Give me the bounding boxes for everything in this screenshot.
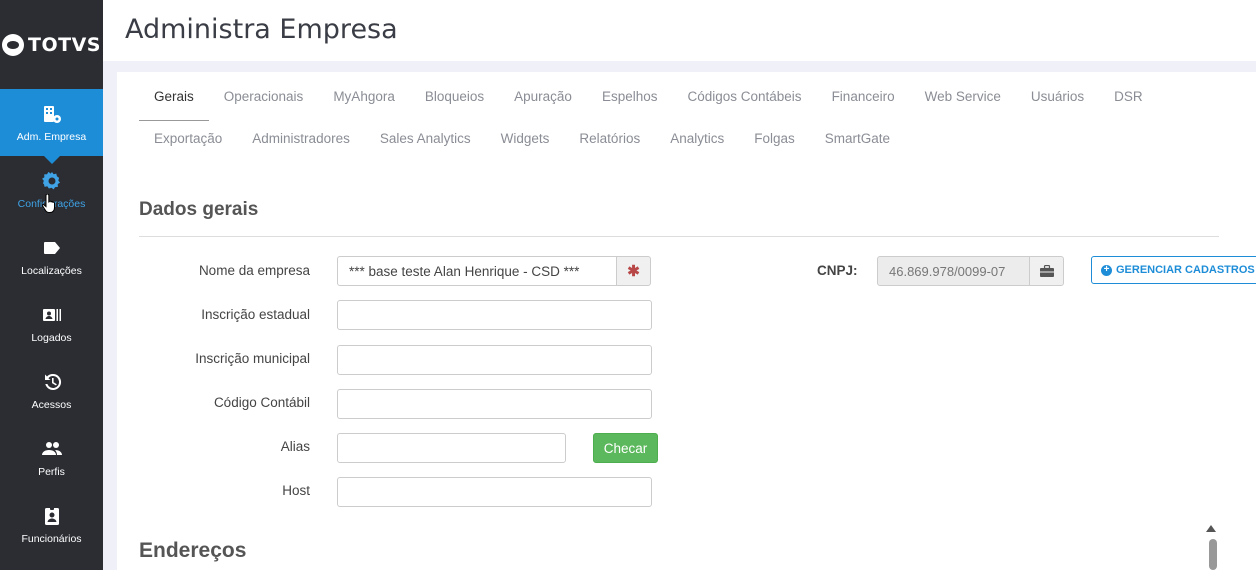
cnpj-input[interactable] (877, 256, 1030, 286)
company-name-input[interactable] (337, 256, 617, 286)
required-addon: ✱ (616, 256, 651, 286)
building-gear-icon (41, 103, 63, 125)
cnpj-label: CNPJ: (817, 263, 858, 278)
tab-espelhos[interactable]: Espelhos (587, 85, 673, 121)
section-title-general: Dados gerais (139, 199, 259, 220)
sidebar-item-label: Logados (31, 331, 72, 344)
company-name-label: Nome da empresa (198, 263, 310, 278)
sidebar-item-funcionarios[interactable]: Funcionários (0, 491, 103, 558)
totvs-logo: TOTVS (0, 0, 103, 89)
check-alias-button[interactable]: Checar (593, 433, 658, 463)
sidebar-item-adm-empresa[interactable]: Adm. Empresa (0, 89, 103, 164)
municipal-registration-input[interactable] (337, 345, 652, 375)
state-registration-input[interactable] (337, 300, 652, 330)
logo-text: TOTVS (28, 33, 101, 56)
tab-exportacao[interactable]: Exportação (139, 127, 237, 162)
history-icon (41, 371, 63, 393)
alias-label: Alias (280, 439, 310, 454)
sidebar: TOTVS Adm. Empresa Configurações Localiz… (0, 0, 103, 570)
asterisk-icon: ✱ (627, 263, 640, 280)
section-title-addresses: Endereços (139, 539, 247, 562)
host-input[interactable] (337, 477, 652, 507)
sidebar-item-label: Adm. Empresa (16, 130, 87, 143)
people-icon (41, 438, 63, 460)
tab-usuarios[interactable]: Usuários (1016, 85, 1099, 121)
tab-folgas[interactable]: Folgas (739, 127, 810, 162)
tabs-row-1: Gerais Operacionais MyAhgora Bloqueios A… (139, 85, 1158, 121)
accounting-code-label: Código Contábil (213, 395, 310, 410)
sidebar-item-perfis[interactable]: Perfis (0, 424, 103, 491)
tab-dsr[interactable]: DSR (1099, 85, 1158, 121)
state-registration-label: Inscrição estadual (201, 307, 310, 322)
tab-apuracao[interactable]: Apuração (499, 85, 587, 121)
totvs-logo-mark-icon (2, 33, 25, 56)
tab-analytics[interactable]: Analytics (655, 127, 739, 162)
tab-codigos-contabeis[interactable]: Códigos Contábeis (672, 85, 816, 121)
tag-icon (41, 237, 63, 259)
tabs-row-2: Exportação Administradores Sales Analyti… (139, 127, 905, 162)
briefcase-icon (1039, 265, 1054, 277)
manage-registrations-label: GERENCIAR CADASTROS (1116, 264, 1255, 276)
scroll-up-arrow-icon[interactable] (1206, 525, 1216, 532)
gear-icon (41, 170, 63, 192)
tab-bloqueios[interactable]: Bloqueios (410, 85, 499, 121)
tab-administradores[interactable]: Administradores (237, 127, 365, 162)
tab-web-service[interactable]: Web Service (910, 85, 1016, 121)
tab-myahgora[interactable]: MyAhgora (318, 85, 410, 121)
scrollbar-thumb[interactable] (1209, 539, 1217, 570)
tab-smartgate[interactable]: SmartGate (810, 127, 905, 162)
badge-icon (41, 304, 63, 326)
divider (139, 236, 1219, 237)
accounting-code-input[interactable] (337, 389, 652, 419)
sidebar-item-label: Acessos (31, 398, 72, 411)
plus-circle-icon: + (1101, 264, 1112, 276)
tab-relatorios[interactable]: Relatórios (564, 127, 655, 162)
sidebar-item-acessos[interactable]: Acessos (0, 357, 103, 424)
sidebar-item-logados[interactable]: Logados (0, 290, 103, 357)
main-panel: Gerais Operacionais MyAhgora Bloqueios A… (117, 72, 1256, 570)
tab-operacionais[interactable]: Operacionais (209, 85, 319, 121)
tab-widgets[interactable]: Widgets (486, 127, 565, 162)
page-title: Administra Empresa (125, 14, 398, 45)
manage-registrations-button[interactable]: + GERENCIAR CADASTROS (1091, 256, 1256, 284)
tab-gerais[interactable]: Gerais (139, 85, 209, 121)
id-card-icon (41, 505, 63, 527)
alias-input[interactable] (337, 433, 566, 463)
host-label: Host (282, 483, 310, 498)
sidebar-item-label: Localizações (21, 264, 82, 277)
tab-sales-analytics[interactable]: Sales Analytics (365, 127, 486, 162)
tab-financeiro[interactable]: Financeiro (817, 85, 910, 121)
briefcase-addon[interactable] (1029, 256, 1064, 286)
sidebar-item-localizacoes[interactable]: Localizações (0, 223, 103, 290)
hand-cursor-icon (42, 194, 55, 213)
sidebar-item-label: Perfis (38, 465, 65, 478)
sidebar-item-label: Funcionários (21, 532, 82, 545)
municipal-registration-label: Inscrição municipal (195, 351, 310, 366)
page-header: Administra Empresa (103, 0, 1256, 61)
